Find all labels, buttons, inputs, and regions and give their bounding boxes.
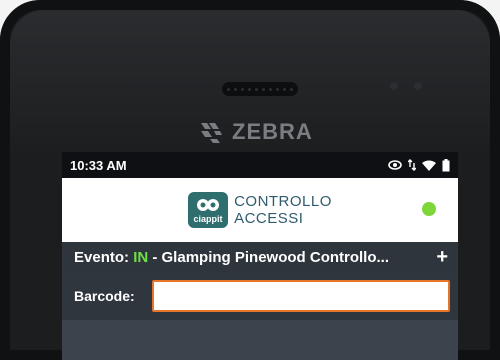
app-title-line1: CONTROLLO [234, 193, 332, 210]
android-status-bar: 10:33 AM [62, 152, 458, 178]
app-title: CONTROLLO ACCESSI [234, 193, 332, 227]
event-direction: IN [133, 248, 149, 266]
barcode-label: Barcode: [74, 288, 135, 304]
earpiece-speaker [222, 82, 298, 96]
barcode-input[interactable] [152, 280, 450, 312]
device-brand: ZEBRA [198, 118, 313, 146]
app-title-line2: ACCESSI [234, 210, 304, 227]
event-description: Evento: IN - Glamping Pinewood Controllo… [74, 249, 428, 266]
eye-icon [388, 160, 402, 170]
ciappit-logo: ciappit [188, 192, 229, 228]
app-header: ciappit CONTROLLO ACCESSI [62, 178, 458, 242]
status-icons [388, 158, 450, 172]
data-arrows-icon [408, 159, 416, 171]
barcode-row: Barcode: [62, 272, 458, 320]
scan-results-area [62, 320, 458, 360]
proximity-sensor [390, 82, 398, 90]
wifi-icon [422, 160, 436, 171]
zebra-stripes-icon [201, 123, 222, 143]
zebra-device: ZEBRA 10:33 AM ciappit CONTROLLO ACCESSI… [0, 0, 500, 360]
front-camera [414, 82, 422, 90]
event-bar[interactable]: Evento: IN - Glamping Pinewood Controllo… [62, 242, 458, 272]
battery-icon [442, 158, 450, 171]
connection-status-indicator [422, 202, 436, 216]
add-event-button[interactable]: + [436, 247, 448, 267]
event-prefix: Evento: [74, 248, 134, 266]
ciappit-logo-icon [197, 198, 220, 211]
device-screen: 10:33 AM ciappit CONTROLLO ACCESSI Event… [62, 152, 458, 360]
event-name: - Glamping Pinewood Controllo... [148, 248, 390, 266]
logo-text: ciappit [193, 213, 223, 224]
brand-name: ZEBRA [232, 119, 313, 144]
device-top-bezel: ZEBRA [10, 10, 490, 150]
status-time: 10:33 AM [70, 157, 127, 173]
